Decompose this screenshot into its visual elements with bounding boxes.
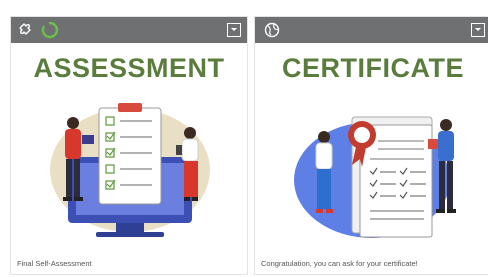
card-header <box>255 17 488 43</box>
card-caption: Final Self-Assessment <box>17 259 92 268</box>
collapse-button[interactable] <box>471 23 485 37</box>
chevron-down-icon <box>231 28 237 31</box>
certificate-illustration <box>294 116 456 238</box>
certificate-card[interactable]: CERTIFICATE Congratulation, you can ask … <box>254 16 488 275</box>
globe-icon <box>263 21 281 39</box>
assessment-card[interactable]: ASSESSMENT Final Self-Assessment <box>10 16 248 275</box>
puzzle-icon <box>17 21 35 39</box>
chevron-down-icon <box>475 28 481 31</box>
assessment-illustration <box>50 103 210 237</box>
card-title: CERTIFICATE <box>282 53 464 83</box>
card-header <box>11 17 247 43</box>
card-caption: Congratulation, you can ask for your cer… <box>261 259 418 268</box>
loading-spinner-icon <box>41 21 59 39</box>
collapse-button[interactable] <box>227 23 241 37</box>
card-title: ASSESSMENT <box>33 53 225 83</box>
